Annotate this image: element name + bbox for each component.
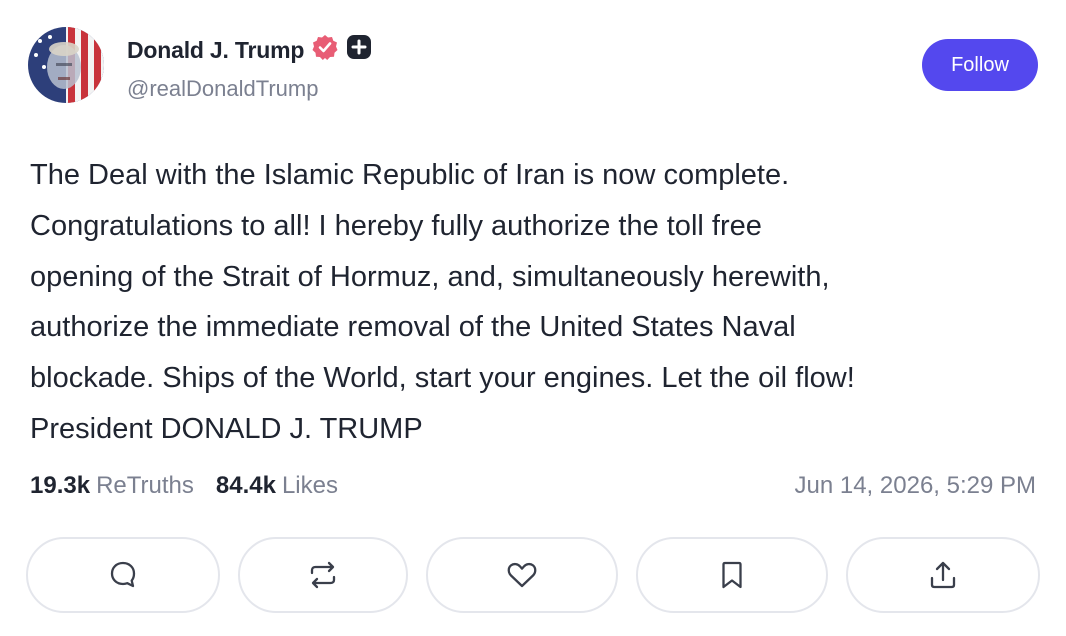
share-icon — [930, 561, 956, 589]
post-text-line: The Deal with the Islamic Republic of Ir… — [30, 159, 790, 191]
username-handle[interactable]: @realDonaldTrump — [127, 76, 318, 102]
post-text-line: opening of the Strait of Hormuz, and, si… — [30, 260, 830, 293]
heart-icon — [507, 562, 537, 588]
comment-icon — [110, 561, 136, 588]
retruths-count: 19.3k — [30, 472, 91, 499]
author-name-row: Donald J. Trump — [127, 34, 372, 66]
retruths-label: ReTruths — [96, 472, 194, 499]
likes-label: Likes — [281, 472, 338, 499]
avatar[interactable] — [28, 27, 104, 103]
post-timestamp[interactable]: Jun 14, 2026, 5:29 PM — [795, 472, 1037, 500]
bookmark-button[interactable] — [636, 537, 828, 613]
post-text-line: Congratulations to all! I hereby fully a… — [30, 209, 762, 242]
post-text-line: President DONALD J. TRUMP — [30, 412, 423, 445]
retruths-stat[interactable]: 19.3k ReTruths — [30, 472, 194, 500]
post-text: The Deal with the Islamic Republic of Ir… — [30, 150, 1040, 455]
likes-stat[interactable]: 84.4k Likes — [216, 472, 338, 500]
share-button[interactable] — [846, 537, 1040, 613]
post-text-line: authorize the immediate removal of the U… — [30, 311, 796, 344]
likes-count: 84.4k — [215, 472, 276, 499]
bookmark-icon — [722, 561, 742, 589]
repost-icon — [310, 561, 336, 589]
verified-check-icon — [312, 34, 338, 66]
post-text-line: blockade. Ships of the World, start your… — [30, 362, 855, 395]
display-name[interactable]: Donald J. Trump — [127, 37, 304, 64]
like-button[interactable] — [426, 537, 618, 613]
reply-button[interactable] — [26, 537, 220, 613]
plus-badge-icon — [346, 34, 372, 66]
follow-button[interactable]: Follow — [922, 39, 1038, 91]
retruth-button[interactable] — [238, 537, 408, 613]
profile-picture-icon — [28, 27, 104, 103]
engagement-stats: 19.3k ReTruths 84.4k Likes — [30, 472, 360, 500]
